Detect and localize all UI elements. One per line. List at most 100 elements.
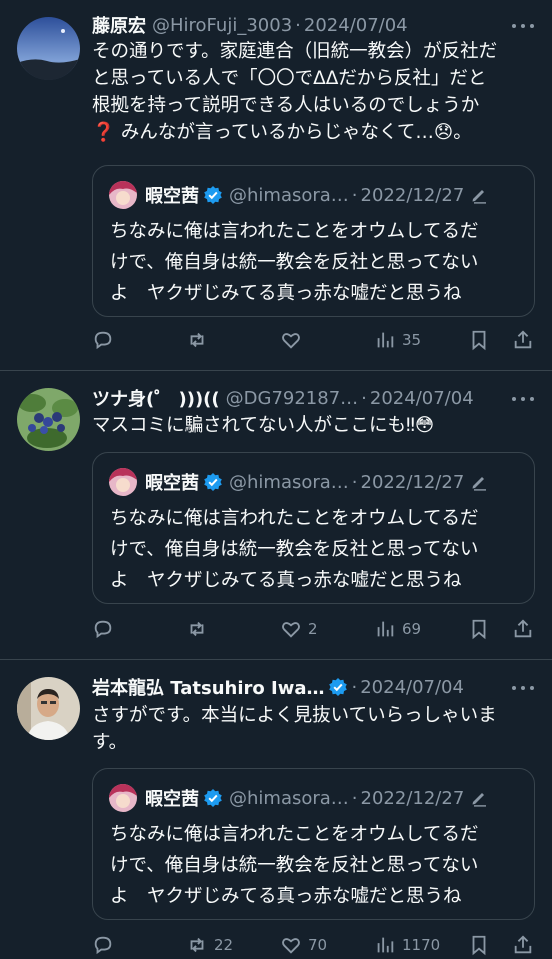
like-count: 2 (308, 620, 318, 638)
author-name[interactable]: 岩本龍弘 Tatsuhiro Iwa… (92, 674, 324, 700)
repost-button[interactable]: 22 (186, 930, 233, 959)
man-portrait-avatar-icon[interactable] (17, 677, 80, 740)
quoted-post[interactable]: 暇空茜 @himasora… · 2022/12/27 ちなみに俺は言われたこと… (92, 768, 535, 920)
post-3[interactable]: 岩本龍弘 Tatsuhiro Iwa… · 2024/07/04 さすがです。本… (0, 660, 552, 959)
views-count: 1170 (402, 936, 441, 954)
more-options-icon[interactable] (512, 16, 534, 36)
quote-header: 暇空茜 @himasora… · 2022/12/27 (109, 783, 522, 813)
action-bar: 35 (92, 325, 542, 355)
separator: · (351, 184, 358, 206)
post-text-line: す。 (92, 732, 128, 753)
blueberry-plant-avatar-icon[interactable] (17, 388, 80, 451)
post-header: 藤原宏 @HiroFuji_3003 · 2024/07/04 (92, 10, 552, 40)
post-date[interactable]: 2024/07/04 (370, 388, 474, 409)
heart-icon (282, 938, 300, 954)
author-name[interactable]: ツナ身(゜ )))(( (92, 385, 220, 411)
quote-date: 2022/12/27 (360, 471, 465, 493)
like-button[interactable] (280, 325, 308, 355)
verified-badge-icon (204, 473, 222, 491)
views-bar-chart-icon (377, 621, 394, 637)
separator: · (351, 676, 358, 698)
post-2[interactable]: ツナ身(゜ )))(( @DG792187… · 2024/07/04 マスコミ… (0, 371, 552, 659)
reply-button[interactable] (92, 325, 120, 355)
reply-button[interactable] (92, 930, 120, 959)
night-sky-avatar-icon[interactable] (17, 17, 80, 80)
bookmark-button[interactable] (468, 325, 490, 355)
share-button[interactable] (512, 930, 534, 959)
quote-date: 2022/12/27 (360, 787, 465, 809)
views-button[interactable]: 35 (374, 325, 421, 355)
post-text-line: 根拠を持って説明できる人はいるのでしょうか (92, 95, 480, 116)
quoted-post[interactable]: 暇空茜 @himasora… · 2022/12/27 ちなみに俺は言われたこと… (92, 165, 535, 317)
anime-avatar-icon (109, 468, 137, 496)
post-date[interactable]: 2024/07/04 (360, 677, 464, 698)
post-text: マスコミに騙されてない人がここにも‼😳 (92, 412, 537, 439)
post-text: その通りです。家庭連合（旧統一教会）が反社だ と思っている人で「〇〇でΔΔだから… (92, 38, 537, 146)
repost-icon (190, 332, 204, 348)
post-text-line: ❓ みんなが言っているからじゃなくて…😞。 (92, 122, 472, 143)
repost-button[interactable] (186, 614, 214, 644)
quote-text-line: ちなみに俺は言われたことをオウムしてるだ (110, 508, 479, 529)
repost-icon (190, 937, 204, 953)
bookmark-icon (472, 619, 486, 640)
post-date[interactable]: 2024/07/04 (304, 15, 408, 36)
reply-icon (94, 936, 112, 955)
more-options-icon[interactable] (512, 678, 534, 698)
post-text-line: マスコミに騙されてない人がここにも‼😳 (92, 415, 435, 436)
heart-icon (282, 333, 300, 349)
quote-date: 2022/12/27 (360, 184, 465, 206)
edited-pencil-icon (472, 793, 487, 807)
like-count: 70 (308, 936, 328, 954)
separator: · (351, 787, 358, 809)
share-icon (514, 619, 532, 638)
quote-text-line: よ ヤクザじみてる真っ赤な嘘だと思うね (110, 283, 462, 304)
more-options-icon[interactable] (512, 389, 534, 409)
quote-text: ちなみに俺は言われたことをオウムしてるだ けで、俺自身は統一教会を反社と思ってな… (110, 819, 525, 912)
heart-icon (282, 622, 300, 638)
action-bar: 22 70 1170 (92, 930, 542, 959)
bookmark-button[interactable] (468, 614, 490, 644)
reply-button[interactable] (92, 614, 120, 644)
like-button[interactable]: 70 (280, 930, 327, 959)
quote-author-handle: @himasora… (229, 184, 349, 206)
views-bar-chart-icon (377, 332, 394, 348)
post-header: 岩本龍弘 Tatsuhiro Iwa… · 2024/07/04 (92, 672, 552, 702)
quote-author-handle: @himasora… (229, 471, 349, 493)
quote-text-line: けで、俺自身は統一教会を反社と思ってない (110, 252, 479, 273)
post-header: ツナ身(゜ )))(( @DG792187… · 2024/07/04 (92, 383, 552, 413)
bookmark-button[interactable] (468, 930, 490, 959)
post-1[interactable]: 藤原宏 @HiroFuji_3003 · 2024/07/04 その通りです。家… (0, 0, 552, 370)
quoted-post[interactable]: 暇空茜 @himasora… · 2022/12/27 ちなみに俺は言われたこと… (92, 452, 535, 604)
verified-badge-icon (329, 678, 348, 696)
author-handle[interactable]: @DG792187… (226, 388, 359, 409)
post-text-line: と思っている人で「〇〇でΔΔだから反社」だと (92, 68, 487, 89)
like-button[interactable]: 2 (280, 614, 318, 644)
quote-text-line: ちなみに俺は言われたことをオウムしてるだ (110, 221, 479, 242)
quote-author-handle: @himasora… (229, 787, 349, 809)
quote-text-line: けで、俺自身は統一教会を反社と思ってない (110, 539, 479, 560)
share-button[interactable] (512, 325, 534, 355)
reply-icon (94, 620, 112, 639)
anime-avatar-icon (109, 181, 137, 209)
post-text: さすがです。本当によく見抜いていらっしゃいま す。 (92, 702, 537, 756)
post-text-line: さすがです。本当によく見抜いていらっしゃいま (92, 705, 497, 726)
edited-pencil-icon (472, 190, 487, 204)
author-name[interactable]: 藤原宏 (92, 12, 146, 38)
views-count: 35 (402, 331, 422, 349)
separator: · (361, 387, 367, 409)
views-button[interactable]: 69 (374, 614, 421, 644)
bookmark-icon (472, 935, 486, 956)
repost-button[interactable] (186, 325, 214, 355)
post-text-line: その通りです。家庭連合（旧統一教会）が反社だ (92, 41, 498, 62)
edited-pencil-icon (472, 477, 487, 491)
share-button[interactable] (512, 614, 534, 644)
anime-avatar-icon (109, 784, 137, 812)
repost-count: 22 (214, 936, 234, 954)
quote-header: 暇空茜 @himasora… · 2022/12/27 (109, 467, 522, 497)
views-button[interactable]: 1170 (374, 930, 440, 959)
separator: · (351, 471, 358, 493)
quote-author-name: 暇空茜 (145, 186, 199, 207)
author-handle[interactable]: @HiroFuji_3003 (152, 15, 292, 36)
separator: · (295, 14, 301, 36)
quote-text-line: ちなみに俺は言われたことをオウムしてるだ (110, 824, 479, 845)
